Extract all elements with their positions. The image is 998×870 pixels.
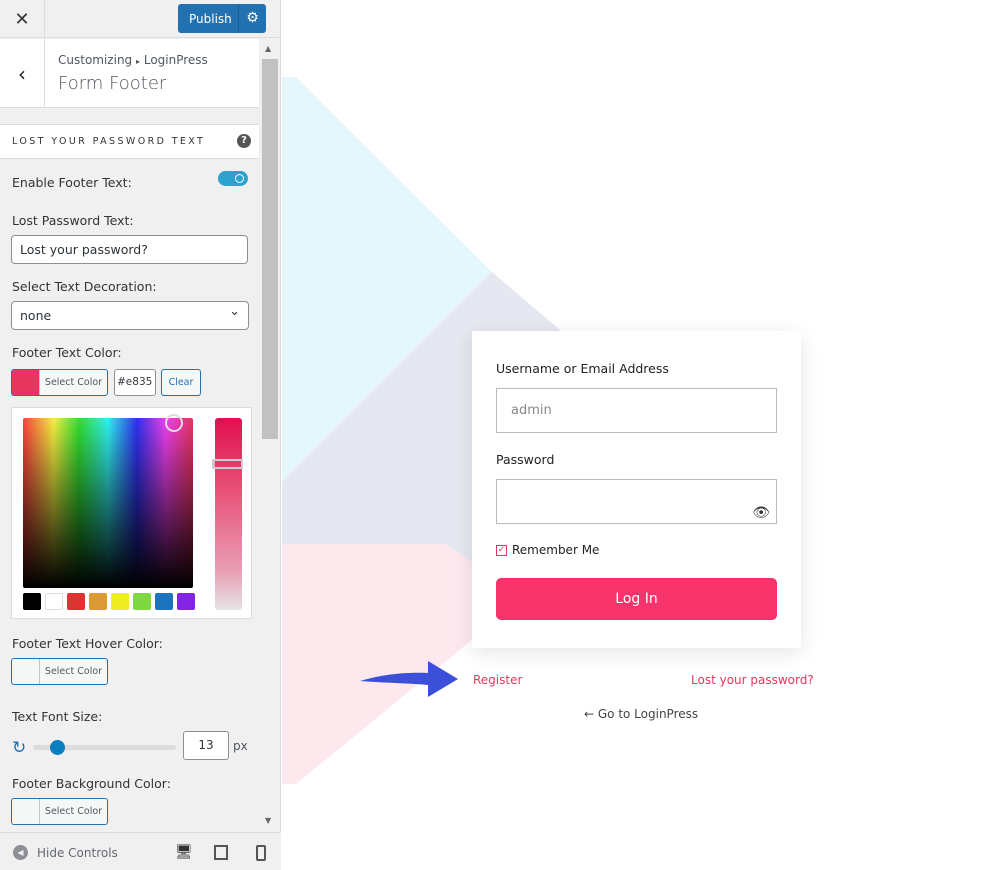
arrow-icon bbox=[360, 661, 458, 697]
lost-password-link[interactable]: Lost your password? bbox=[691, 673, 814, 687]
remember-checkbox[interactable]: ✓ bbox=[496, 545, 507, 556]
login-button[interactable]: Log In bbox=[496, 578, 777, 620]
remember-label: Remember Me bbox=[512, 543, 600, 557]
register-link[interactable]: Register bbox=[473, 673, 522, 687]
username-input[interactable]: admin bbox=[496, 388, 777, 433]
eye-icon[interactable]: 👁 bbox=[752, 492, 770, 535]
back-to-site-link[interactable]: ← Go to LoginPress bbox=[584, 707, 698, 721]
password-label: Password bbox=[496, 452, 555, 467]
password-input[interactable]: 👁 bbox=[496, 479, 777, 524]
username-label: Username or Email Address bbox=[496, 361, 669, 376]
login-form: Username or Email Address admin Password… bbox=[472, 331, 801, 648]
